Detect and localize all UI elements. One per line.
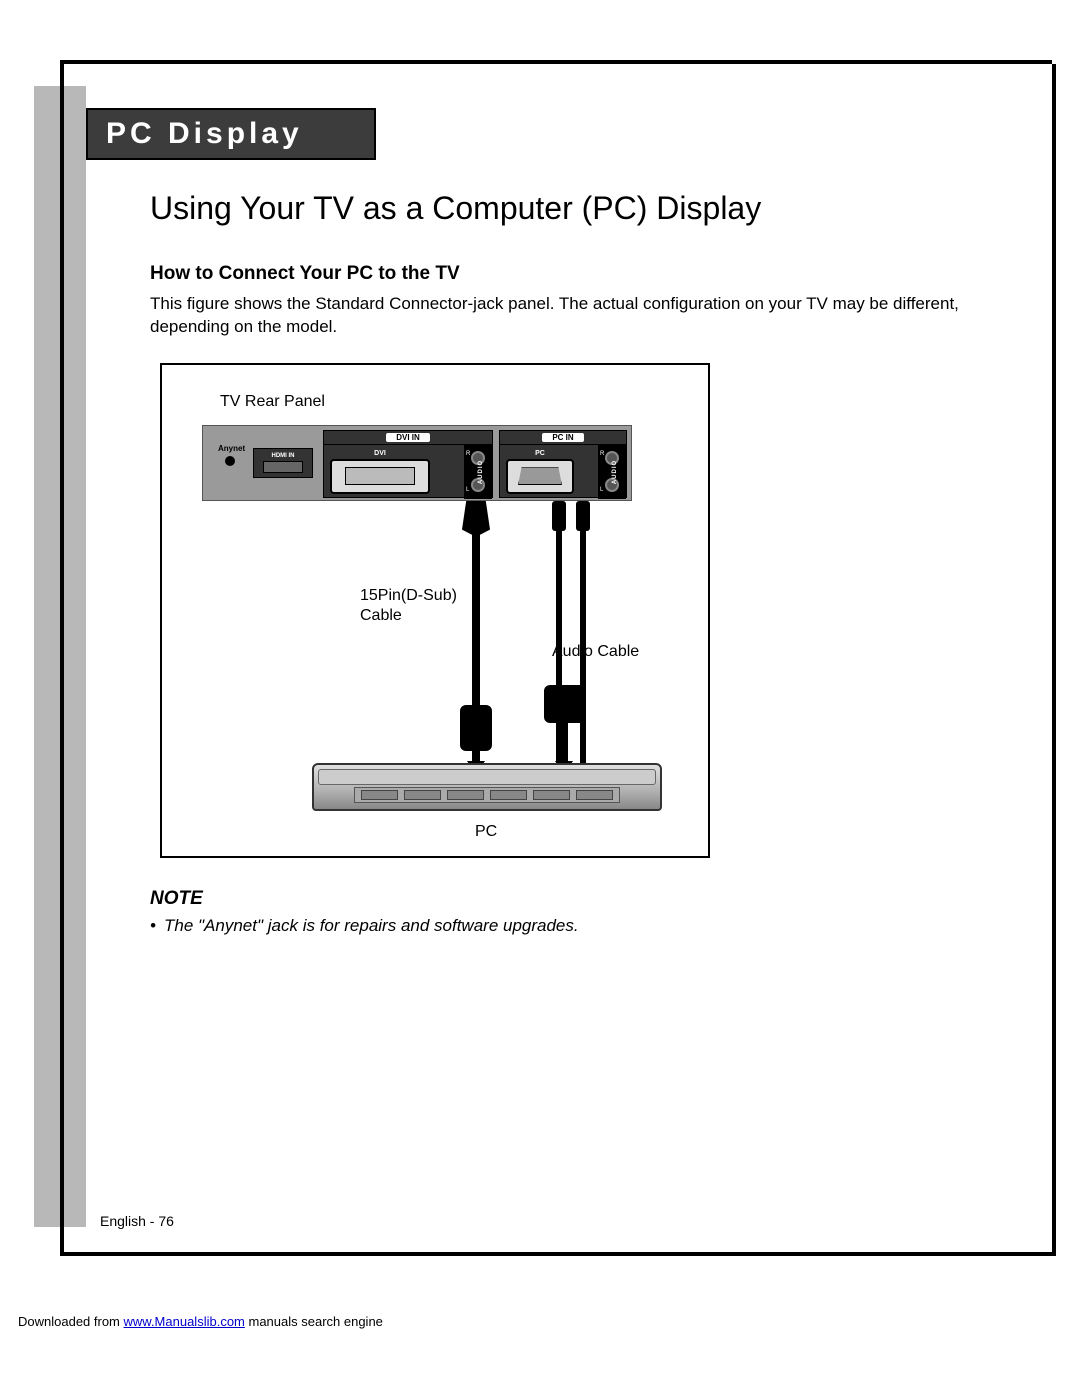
footer-suffix: manuals search engine <box>245 1314 383 1329</box>
download-footer: Downloaded from www.Manualslib.com manua… <box>18 1314 383 1329</box>
note-heading: NOTE <box>150 888 1000 910</box>
connection-diagram: TV Rear Panel Anynet HDMI IN DVI IN DVI <box>160 363 710 858</box>
tv-rear-panel: Anynet HDMI IN DVI IN DVI R <box>202 425 632 501</box>
vga-pins-icon <box>518 467 562 485</box>
pc-in-label: PC IN <box>542 433 583 442</box>
section-header-text: PC Display <box>106 117 303 151</box>
audio-vertical-label: AUDIO <box>478 460 484 484</box>
dsub-cable-label-1: 15Pin(D-Sub) <box>360 587 457 605</box>
page-content: Using Your TV as a Computer (PC) Display… <box>150 190 1000 936</box>
manualslib-link[interactable]: www.Manualslib.com <box>124 1314 245 1329</box>
hdmi-slot-icon <box>263 461 303 473</box>
hdmi-in-port: HDMI IN <box>253 448 313 478</box>
audio-cable-label: Audio Cable <box>552 643 639 661</box>
audio-r-label: R <box>600 451 604 457</box>
audio-merge-icon <box>544 685 586 723</box>
page-number: English - 76 <box>100 1213 174 1229</box>
pc-in-header: PC IN <box>500 431 626 445</box>
subsection-heading: How to Connect Your PC to the TV <box>150 263 1000 285</box>
pc-audio-block: R AUDIO L <box>598 445 626 499</box>
dvi-pins-icon <box>345 467 415 485</box>
audio-cable-line <box>580 501 586 769</box>
intro-paragraph: This figure shows the Standard Connector… <box>150 293 1000 339</box>
vga-connector: PC <box>506 450 574 494</box>
pc-port-label: PC <box>506 450 574 457</box>
pc-port-group: PC IN PC R AUDIO L <box>499 430 627 498</box>
audio-l-label: L <box>600 487 603 493</box>
footer-prefix: Downloaded from <box>18 1314 124 1329</box>
anynet-port-icon <box>225 456 235 466</box>
pc-label: PC <box>475 823 497 841</box>
vga-ferrite-icon <box>460 705 492 751</box>
page-title: Using Your TV as a Computer (PC) Display <box>150 190 1000 227</box>
audio-vertical-label: AUDIO <box>612 460 618 484</box>
audio-l-label: L <box>466 487 469 493</box>
dvi-audio-block: R AUDIO L <box>464 445 492 499</box>
anynet-label: Anynet <box>218 444 245 453</box>
section-header: PC Display <box>86 108 376 160</box>
pc-device-icon <box>312 763 662 811</box>
audio-r-label: R <box>466 451 470 457</box>
note-item: The "Anynet" jack is for repairs and sof… <box>150 916 1000 936</box>
hdmi-in-label: HDMI IN <box>272 453 295 459</box>
dsub-cable-label-2: Cable <box>360 607 402 625</box>
tv-rear-panel-label: TV Rear Panel <box>220 393 325 411</box>
dvi-connector: DVI <box>330 450 430 494</box>
dvi-port-group: DVI IN DVI R AUDIO L <box>323 430 493 498</box>
dvi-in-header: DVI IN <box>324 431 492 445</box>
dvi-label: DVI <box>330 450 430 457</box>
dvi-in-label: DVI IN <box>386 433 430 442</box>
